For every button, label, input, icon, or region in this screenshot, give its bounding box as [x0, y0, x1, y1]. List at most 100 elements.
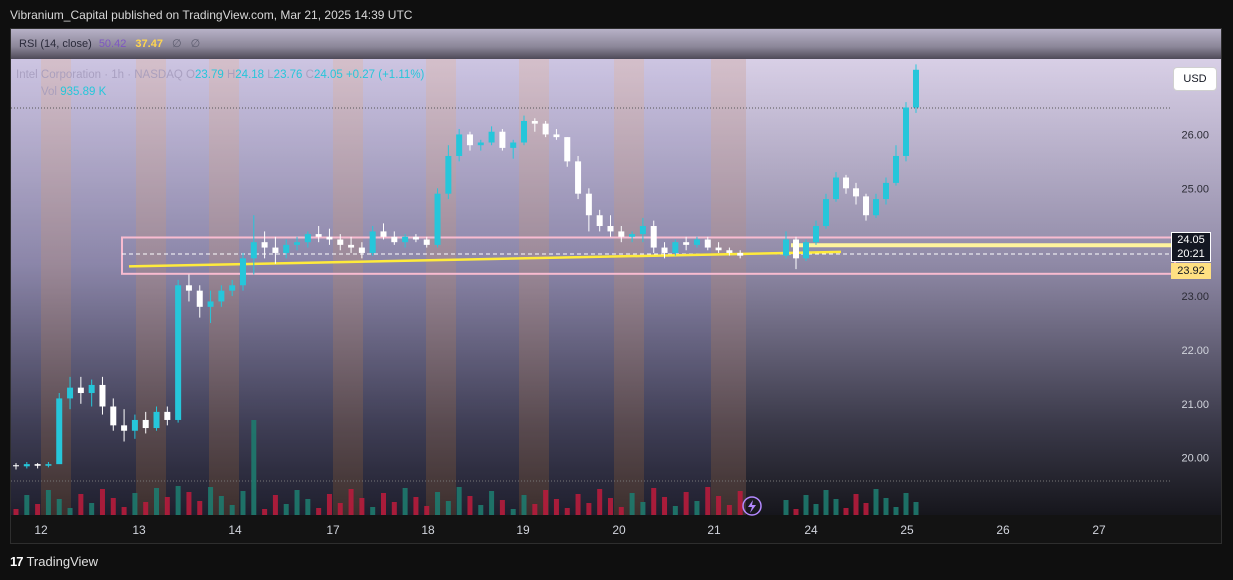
candle-body: [853, 188, 859, 197]
volume-bar: [154, 488, 160, 515]
candle-body: [883, 182, 889, 200]
candle-body: [726, 250, 733, 253]
footer: 17 TradingView: [10, 554, 98, 569]
volume-bar: [294, 490, 300, 515]
x-tick-label: 25: [900, 523, 914, 537]
volume-bar: [716, 496, 722, 515]
candle-body: [283, 244, 290, 253]
candle-body: [391, 236, 398, 243]
volume-bar: [913, 502, 919, 515]
volume-bar: [110, 498, 116, 515]
x-tick-label: 24: [804, 523, 818, 537]
candle-body: [131, 419, 138, 431]
candle-body: [121, 425, 128, 431]
volume-bar: [793, 509, 799, 515]
candle-body: [369, 231, 376, 253]
candle-body: [45, 464, 52, 466]
volume-bar: [553, 499, 559, 515]
volume-bar: [853, 494, 859, 515]
x-tick-label: 18: [421, 523, 435, 537]
candle-body: [88, 384, 95, 394]
candle-body: [823, 199, 829, 227]
volume-bar: [229, 505, 235, 515]
candle-body: [499, 131, 506, 148]
candle-body: [348, 244, 355, 248]
candle-body: [893, 155, 899, 183]
volume-bar: [445, 501, 451, 515]
volume-bar: [629, 493, 635, 515]
change-value: +0.27 (+1.11%): [345, 69, 425, 81]
candle-body: [34, 464, 41, 466]
volume-bar: [456, 487, 462, 515]
candle-body: [683, 242, 690, 245]
candle-body: [380, 231, 387, 237]
candle-body: [456, 134, 463, 156]
y-tick-label: 22.00: [1181, 345, 1209, 357]
volume-bar: [510, 509, 516, 515]
x-tick-label: 14: [228, 523, 242, 537]
session-band: [333, 59, 363, 515]
session-band: [136, 59, 166, 515]
candle-body: [326, 236, 333, 240]
x-tick-label: 26: [996, 523, 1010, 537]
volume-bar: [833, 499, 839, 515]
chart-panel[interactable]: 20.0021.0022.0023.0024.0025.0026.0012131…: [10, 28, 1222, 544]
y-tick-label: 26.00: [1181, 129, 1209, 141]
volume-bar: [283, 504, 289, 515]
candle-body: [164, 411, 171, 420]
volume-bar: [783, 500, 789, 515]
volume-bar: [143, 502, 149, 515]
session-band: [644, 59, 711, 515]
tradingview-logo-icon[interactable]: 17: [10, 554, 24, 569]
publisher-line: Vibranium_Capital published on TradingVi…: [10, 8, 413, 22]
volume-bar: [208, 487, 214, 515]
x-tick-label: 12: [34, 523, 48, 537]
volume-bar: [197, 501, 203, 515]
symbol-name[interactable]: Intel Corporation · 1h · NASDAQ: [16, 69, 183, 81]
footer-brand[interactable]: TradingView: [26, 554, 98, 569]
candle-body: [693, 239, 700, 245]
candle-body: [99, 384, 106, 407]
candle-body: [639, 226, 646, 235]
volume-bar: [640, 502, 646, 515]
volume-bar: [532, 504, 538, 515]
volume-bar: [99, 489, 105, 515]
candle-body: [304, 234, 311, 243]
candle-body: [294, 242, 301, 245]
volume-bar: [705, 487, 711, 515]
y-tick-label: 23.00: [1181, 291, 1209, 303]
price-chart[interactable]: 20.0021.0022.0023.0024.0025.0026.0012131…: [11, 29, 1222, 544]
volume-bar: [618, 507, 624, 515]
candle-body: [629, 234, 636, 237]
rsi-pane[interactable]: RSI (14, close) 50.42 37.47 ∅ ∅: [11, 29, 1221, 59]
high-value: 24.18: [235, 69, 265, 81]
candle-body: [142, 419, 149, 429]
candle-body: [715, 247, 722, 251]
session-band: [426, 59, 456, 515]
volume-bar: [883, 498, 889, 515]
candle-body: [185, 285, 192, 291]
y-tick-label: 21.00: [1181, 399, 1209, 411]
volume-bar: [424, 506, 430, 515]
candle-body: [833, 177, 839, 200]
candle-body: [564, 137, 571, 162]
candle-body: [542, 123, 549, 135]
candle-body: [553, 134, 560, 138]
rsi-value: 50.42: [98, 38, 127, 50]
volume-bar: [337, 503, 343, 515]
candle-body: [510, 142, 517, 148]
candle-body: [110, 406, 117, 426]
volume-bar: [597, 489, 603, 515]
currency-button[interactable]: USD: [1173, 67, 1217, 91]
candle-body: [358, 247, 365, 253]
candle-body: [412, 236, 419, 240]
session-band: [456, 59, 519, 515]
volume-bar: [662, 497, 668, 515]
volume-bar: [272, 495, 278, 515]
volume-bar: [873, 489, 879, 515]
volume-bar: [435, 492, 441, 515]
candle-body: [488, 131, 495, 143]
candle-body: [607, 226, 614, 232]
open-value: 23.79: [194, 69, 224, 81]
volume-bar: [607, 498, 613, 515]
